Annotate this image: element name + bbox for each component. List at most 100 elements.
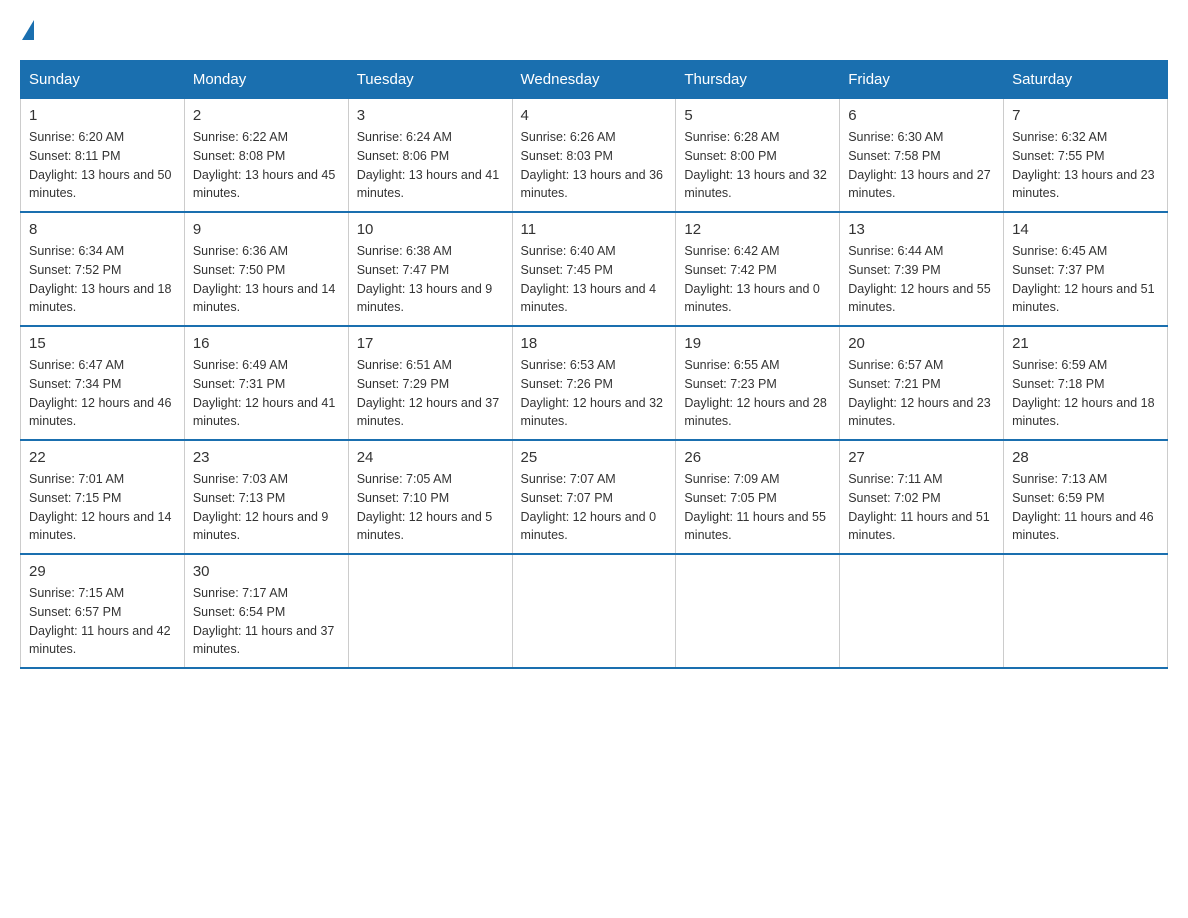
day-of-week-header: Friday xyxy=(840,61,1004,99)
calendar-cell: 4 Sunrise: 6:26 AM Sunset: 8:03 PM Dayli… xyxy=(512,99,676,213)
day-info: Sunrise: 6:40 AM Sunset: 7:45 PM Dayligh… xyxy=(521,242,668,317)
day-number: 28 xyxy=(1012,449,1159,466)
calendar-cell: 19 Sunrise: 6:55 AM Sunset: 7:23 PM Dayl… xyxy=(676,326,840,440)
calendar-cell: 1 Sunrise: 6:20 AM Sunset: 8:11 PM Dayli… xyxy=(21,99,185,213)
calendar-cell: 21 Sunrise: 6:59 AM Sunset: 7:18 PM Dayl… xyxy=(1004,326,1168,440)
day-info: Sunrise: 6:34 AM Sunset: 7:52 PM Dayligh… xyxy=(29,242,176,317)
day-number: 13 xyxy=(848,221,995,238)
calendar-cell: 6 Sunrise: 6:30 AM Sunset: 7:58 PM Dayli… xyxy=(840,99,1004,213)
day-info: Sunrise: 6:42 AM Sunset: 7:42 PM Dayligh… xyxy=(684,242,831,317)
calendar-cell: 11 Sunrise: 6:40 AM Sunset: 7:45 PM Dayl… xyxy=(512,212,676,326)
day-info: Sunrise: 6:28 AM Sunset: 8:00 PM Dayligh… xyxy=(684,128,831,203)
day-number: 2 xyxy=(193,107,340,124)
page-header xyxy=(20,20,1168,40)
day-info: Sunrise: 6:36 AM Sunset: 7:50 PM Dayligh… xyxy=(193,242,340,317)
calendar-cell: 15 Sunrise: 6:47 AM Sunset: 7:34 PM Dayl… xyxy=(21,326,185,440)
day-info: Sunrise: 6:59 AM Sunset: 7:18 PM Dayligh… xyxy=(1012,356,1159,431)
day-info: Sunrise: 6:24 AM Sunset: 8:06 PM Dayligh… xyxy=(357,128,504,203)
day-info: Sunrise: 6:55 AM Sunset: 7:23 PM Dayligh… xyxy=(684,356,831,431)
calendar-week-row: 8 Sunrise: 6:34 AM Sunset: 7:52 PM Dayli… xyxy=(21,212,1168,326)
calendar-cell: 12 Sunrise: 6:42 AM Sunset: 7:42 PM Dayl… xyxy=(676,212,840,326)
day-info: Sunrise: 6:20 AM Sunset: 8:11 PM Dayligh… xyxy=(29,128,176,203)
day-number: 7 xyxy=(1012,107,1159,124)
day-number: 11 xyxy=(521,221,668,238)
calendar-header-row: SundayMondayTuesdayWednesdayThursdayFrid… xyxy=(21,61,1168,99)
day-info: Sunrise: 6:51 AM Sunset: 7:29 PM Dayligh… xyxy=(357,356,504,431)
day-info: Sunrise: 6:26 AM Sunset: 8:03 PM Dayligh… xyxy=(521,128,668,203)
day-info: Sunrise: 6:32 AM Sunset: 7:55 PM Dayligh… xyxy=(1012,128,1159,203)
day-number: 14 xyxy=(1012,221,1159,238)
day-number: 29 xyxy=(29,563,176,580)
day-info: Sunrise: 6:22 AM Sunset: 8:08 PM Dayligh… xyxy=(193,128,340,203)
day-number: 10 xyxy=(357,221,504,238)
day-number: 9 xyxy=(193,221,340,238)
logo xyxy=(20,20,34,40)
calendar-cell xyxy=(348,554,512,668)
day-of-week-header: Thursday xyxy=(676,61,840,99)
day-info: Sunrise: 7:03 AM Sunset: 7:13 PM Dayligh… xyxy=(193,470,340,545)
day-number: 18 xyxy=(521,335,668,352)
day-info: Sunrise: 6:44 AM Sunset: 7:39 PM Dayligh… xyxy=(848,242,995,317)
day-info: Sunrise: 6:49 AM Sunset: 7:31 PM Dayligh… xyxy=(193,356,340,431)
day-info: Sunrise: 6:53 AM Sunset: 7:26 PM Dayligh… xyxy=(521,356,668,431)
day-info: Sunrise: 7:13 AM Sunset: 6:59 PM Dayligh… xyxy=(1012,470,1159,545)
calendar-cell: 30 Sunrise: 7:17 AM Sunset: 6:54 PM Dayl… xyxy=(184,554,348,668)
day-number: 25 xyxy=(521,449,668,466)
calendar-week-row: 22 Sunrise: 7:01 AM Sunset: 7:15 PM Dayl… xyxy=(21,440,1168,554)
calendar-table: SundayMondayTuesdayWednesdayThursdayFrid… xyxy=(20,60,1168,669)
day-number: 17 xyxy=(357,335,504,352)
calendar-cell xyxy=(676,554,840,668)
day-number: 26 xyxy=(684,449,831,466)
day-number: 8 xyxy=(29,221,176,238)
calendar-cell: 5 Sunrise: 6:28 AM Sunset: 8:00 PM Dayli… xyxy=(676,99,840,213)
calendar-cell: 10 Sunrise: 6:38 AM Sunset: 7:47 PM Dayl… xyxy=(348,212,512,326)
day-info: Sunrise: 6:57 AM Sunset: 7:21 PM Dayligh… xyxy=(848,356,995,431)
calendar-cell: 25 Sunrise: 7:07 AM Sunset: 7:07 PM Dayl… xyxy=(512,440,676,554)
day-number: 4 xyxy=(521,107,668,124)
day-number: 16 xyxy=(193,335,340,352)
day-info: Sunrise: 6:45 AM Sunset: 7:37 PM Dayligh… xyxy=(1012,242,1159,317)
calendar-cell: 18 Sunrise: 6:53 AM Sunset: 7:26 PM Dayl… xyxy=(512,326,676,440)
calendar-cell: 2 Sunrise: 6:22 AM Sunset: 8:08 PM Dayli… xyxy=(184,99,348,213)
day-info: Sunrise: 7:17 AM Sunset: 6:54 PM Dayligh… xyxy=(193,584,340,659)
day-info: Sunrise: 6:47 AM Sunset: 7:34 PM Dayligh… xyxy=(29,356,176,431)
day-of-week-header: Monday xyxy=(184,61,348,99)
day-info: Sunrise: 7:05 AM Sunset: 7:10 PM Dayligh… xyxy=(357,470,504,545)
day-number: 1 xyxy=(29,107,176,124)
calendar-cell: 23 Sunrise: 7:03 AM Sunset: 7:13 PM Dayl… xyxy=(184,440,348,554)
day-number: 22 xyxy=(29,449,176,466)
day-number: 21 xyxy=(1012,335,1159,352)
day-of-week-header: Wednesday xyxy=(512,61,676,99)
calendar-cell xyxy=(1004,554,1168,668)
day-number: 19 xyxy=(684,335,831,352)
calendar-cell: 13 Sunrise: 6:44 AM Sunset: 7:39 PM Dayl… xyxy=(840,212,1004,326)
day-info: Sunrise: 7:01 AM Sunset: 7:15 PM Dayligh… xyxy=(29,470,176,545)
calendar-week-row: 29 Sunrise: 7:15 AM Sunset: 6:57 PM Dayl… xyxy=(21,554,1168,668)
day-number: 27 xyxy=(848,449,995,466)
day-of-week-header: Saturday xyxy=(1004,61,1168,99)
day-info: Sunrise: 6:30 AM Sunset: 7:58 PM Dayligh… xyxy=(848,128,995,203)
day-of-week-header: Tuesday xyxy=(348,61,512,99)
day-info: Sunrise: 7:11 AM Sunset: 7:02 PM Dayligh… xyxy=(848,470,995,545)
day-info: Sunrise: 7:15 AM Sunset: 6:57 PM Dayligh… xyxy=(29,584,176,659)
day-number: 6 xyxy=(848,107,995,124)
calendar-cell: 9 Sunrise: 6:36 AM Sunset: 7:50 PM Dayli… xyxy=(184,212,348,326)
calendar-cell: 17 Sunrise: 6:51 AM Sunset: 7:29 PM Dayl… xyxy=(348,326,512,440)
calendar-cell: 24 Sunrise: 7:05 AM Sunset: 7:10 PM Dayl… xyxy=(348,440,512,554)
calendar-cell: 7 Sunrise: 6:32 AM Sunset: 7:55 PM Dayli… xyxy=(1004,99,1168,213)
calendar-cell: 8 Sunrise: 6:34 AM Sunset: 7:52 PM Dayli… xyxy=(21,212,185,326)
day-number: 5 xyxy=(684,107,831,124)
day-number: 20 xyxy=(848,335,995,352)
calendar-cell xyxy=(840,554,1004,668)
calendar-cell: 14 Sunrise: 6:45 AM Sunset: 7:37 PM Dayl… xyxy=(1004,212,1168,326)
logo-triangle-icon xyxy=(22,20,34,40)
day-info: Sunrise: 7:09 AM Sunset: 7:05 PM Dayligh… xyxy=(684,470,831,545)
calendar-cell: 28 Sunrise: 7:13 AM Sunset: 6:59 PM Dayl… xyxy=(1004,440,1168,554)
day-number: 3 xyxy=(357,107,504,124)
calendar-cell xyxy=(512,554,676,668)
calendar-cell: 27 Sunrise: 7:11 AM Sunset: 7:02 PM Dayl… xyxy=(840,440,1004,554)
calendar-cell: 16 Sunrise: 6:49 AM Sunset: 7:31 PM Dayl… xyxy=(184,326,348,440)
day-number: 30 xyxy=(193,563,340,580)
day-number: 24 xyxy=(357,449,504,466)
day-of-week-header: Sunday xyxy=(21,61,185,99)
